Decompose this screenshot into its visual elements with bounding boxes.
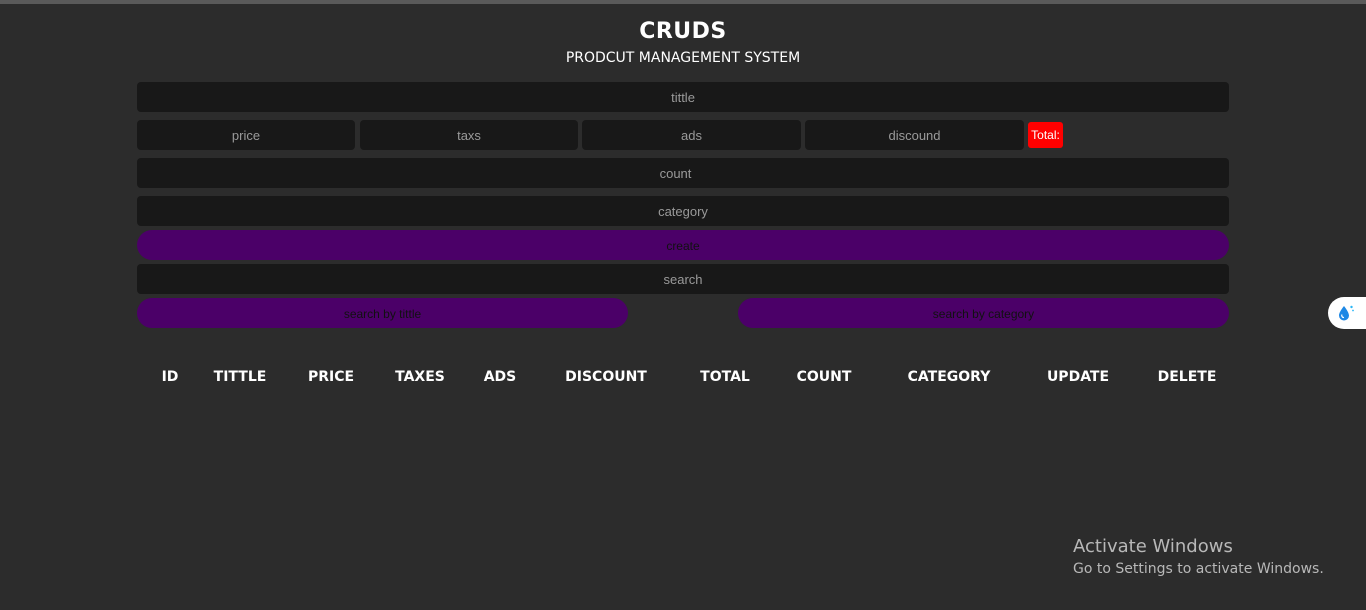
price-input[interactable] bbox=[137, 120, 355, 150]
title-input[interactable] bbox=[137, 82, 1229, 112]
column-header-category: CATEGORY bbox=[907, 369, 991, 385]
column-header-price: PRICE bbox=[307, 369, 355, 385]
column-header-ads: ADS bbox=[483, 369, 517, 385]
search-input[interactable] bbox=[137, 264, 1229, 294]
watermark-title: Activate Windows bbox=[1073, 536, 1233, 557]
search-by-title-button[interactable]: search by tittle bbox=[137, 298, 628, 328]
column-header-title: TITTLE bbox=[213, 369, 267, 385]
ads-input[interactable] bbox=[582, 120, 801, 150]
page-title: CRUDS bbox=[639, 19, 727, 44]
create-button[interactable]: create bbox=[137, 230, 1229, 260]
windows-activation-watermark: Activate Windows Go to Settings to activ… bbox=[1073, 536, 1324, 578]
column-header-update: UPDATE bbox=[1046, 369, 1110, 385]
page-header: CRUDS PRODCUT MANAGEMENT SYSTEM bbox=[0, 18, 1366, 67]
count-input[interactable] bbox=[137, 158, 1229, 188]
column-header-total: TOTAL bbox=[700, 369, 750, 385]
column-header-taxes: TAXES bbox=[395, 369, 445, 385]
column-header-count: COUNT bbox=[796, 369, 852, 385]
column-header-discount: DISCOUNT bbox=[565, 369, 647, 385]
page-subtitle: PRODCUT MANAGEMENT SYSTEM bbox=[565, 50, 801, 66]
table-header: ID TITTLE PRICE TAXES ADS DISCOUNT TOTAL… bbox=[137, 366, 1229, 388]
window-top-border bbox=[0, 0, 1366, 4]
discount-input[interactable] bbox=[805, 120, 1024, 150]
column-header-delete: DELETE bbox=[1157, 369, 1217, 385]
side-widget[interactable] bbox=[1328, 297, 1366, 329]
water-drop-icon bbox=[1339, 305, 1354, 321]
column-header-id: ID bbox=[161, 369, 179, 385]
category-input[interactable] bbox=[137, 196, 1229, 226]
watermark-subtitle: Go to Settings to activate Windows. bbox=[1073, 561, 1324, 577]
search-by-category-button[interactable]: search by category bbox=[738, 298, 1229, 328]
taxes-input[interactable] bbox=[360, 120, 578, 150]
total-badge: Total: bbox=[1028, 122, 1063, 148]
